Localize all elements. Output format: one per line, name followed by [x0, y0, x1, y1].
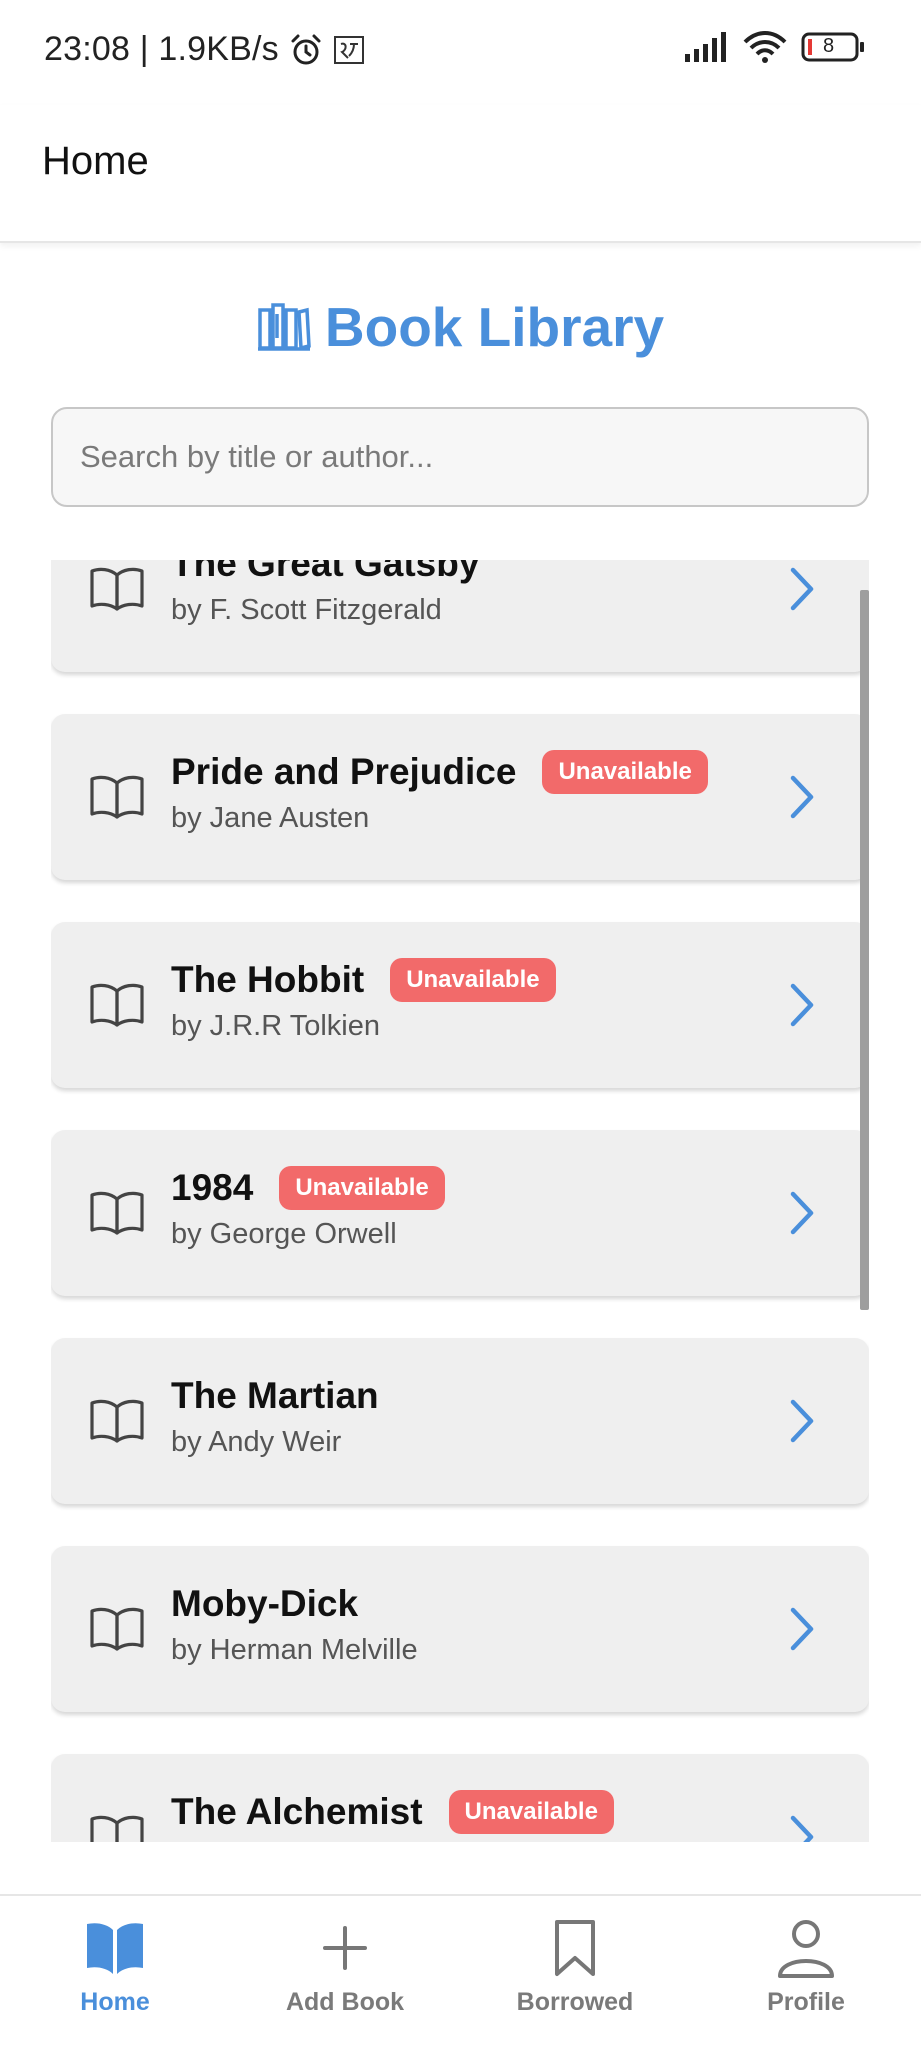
status-left: 23:08 | 1.9KB/s [44, 30, 365, 69]
plus-icon [323, 1926, 367, 1970]
book-card[interactable]: The Alchemist Unavailable [51, 1754, 869, 1842]
bookmark-icon [555, 1920, 595, 1976]
book-text: The Martian by Andy Weir [171, 1368, 379, 1459]
book-title: The Martian [171, 1375, 379, 1416]
nav-home-label: Home [80, 1988, 150, 2016]
signal-icon [685, 32, 726, 62]
book-text: Pride and Prejudice Unavailable by Jane Au… [171, 744, 708, 835]
book-text: The Great Gatsby by F. Scott Fitzgerald [171, 560, 479, 627]
book-list[interactable]: The Great Gatsby by F. Scott Fitzgerald Pr… [51, 560, 869, 1842]
book-title-row: The Great Gatsby [171, 560, 479, 592]
book-author: by George Orwell [171, 1218, 397, 1250]
page-title: Home [42, 139, 149, 183]
book-card[interactable]: Moby-Dick by Herman Melville [51, 1546, 869, 1712]
nav-profile-label: Profile [767, 1988, 845, 2016]
status-badge: Unavailable [542, 750, 708, 794]
nav-profile[interactable]: Profile [691, 1896, 921, 2048]
status-time-speed: 23:08 | 1.9KB/s [44, 30, 279, 68]
battery-level: 8 [823, 35, 835, 57]
book-card[interactable]: Pride and Prejudice Unavailable by Jane Au… [51, 714, 869, 880]
library-title: Book Library [324, 296, 665, 358]
book-icon [90, 567, 144, 611]
app-header: Home [0, 105, 921, 243]
book-card[interactable]: 1984 Unavailable by George Orwell [51, 1130, 869, 1296]
book-title: Moby-Dick [171, 1583, 359, 1624]
chevron-right-icon[interactable] [787, 772, 817, 822]
book-author: by Andy Weir [171, 1426, 342, 1458]
book-title: The Alchemist [171, 1791, 423, 1832]
library-books-icon [257, 303, 311, 351]
book-icon [90, 1399, 144, 1443]
book-title-row: The Martian [171, 1368, 379, 1424]
chevron-right-icon[interactable] [787, 564, 817, 614]
book-author: by Herman Melville [171, 1634, 418, 1666]
status-badge: Unavailable [448, 1790, 614, 1834]
book-author: by Jane Austen [171, 802, 370, 834]
book-icon [90, 1815, 144, 1842]
nav-add-book[interactable]: Add Book [230, 1896, 460, 2048]
nav-borrowed-label: Borrowed [516, 1988, 634, 2016]
book-text: The Alchemist Unavailable [171, 1784, 614, 1842]
bottom-nav: Home Add Book Borrowed Profile [0, 1894, 921, 2048]
nav-add-book-label: Add Book [285, 1988, 405, 2016]
book-card[interactable]: The Hobbit Unavailable by J.R.R Tolkien [51, 922, 869, 1088]
book-text: Moby-Dick by Herman Melville [171, 1576, 418, 1667]
status-badge: Unavailable [279, 1166, 445, 1210]
book-text: The Hobbit Unavailable by J.R.R Tolkien [171, 952, 556, 1043]
book-text: 1984 Unavailable by George Orwell [171, 1160, 445, 1251]
scrollbar[interactable] [860, 590, 869, 1310]
alarm-icon [291, 34, 321, 64]
book-card[interactable]: The Great Gatsby by F. Scott Fitzgerald [51, 560, 869, 672]
chevron-right-icon[interactable] [787, 980, 817, 1030]
book-title-row: Moby-Dick [171, 1576, 418, 1632]
chevron-right-icon[interactable] [787, 1396, 817, 1446]
nav-borrowed[interactable]: Borrowed [460, 1896, 690, 2048]
book-icon [90, 983, 144, 1027]
chevron-right-icon[interactable] [787, 1188, 817, 1238]
book-icon [90, 1191, 144, 1235]
search-input[interactable] [51, 407, 869, 507]
book-icon [90, 775, 144, 819]
open-book-icon [87, 1923, 143, 1974]
book-title-row: Pride and Prejudice Unavailable [171, 744, 708, 800]
chevron-right-icon[interactable] [787, 1812, 817, 1842]
wifi-icon [743, 31, 787, 63]
notification-app-icon [333, 35, 364, 64]
book-card[interactable]: The Martian by Andy Weir [51, 1338, 869, 1504]
book-title: The Great Gatsby [171, 560, 480, 584]
book-title: The Hobbit [171, 959, 365, 1000]
status-bar: 23:08 | 1.9KB/s 8 [0, 0, 921, 105]
book-author: by J.R.R Tolkien [171, 1010, 380, 1042]
book-list-inner: The Great Gatsby by F. Scott Fitzgerald Pr… [51, 560, 869, 1842]
book-title: Pride and Prejudice [171, 751, 517, 792]
library-heading: Book Library [0, 295, 921, 359]
battery-icon: 8 [801, 32, 865, 62]
person-icon [778, 1920, 834, 1978]
book-title: 1984 [171, 1167, 254, 1208]
status-badge: Unavailable [390, 958, 556, 1002]
book-author: by F. Scott Fitzgerald [171, 594, 442, 626]
book-title-row: The Hobbit Unavailable [171, 952, 556, 1008]
status-right: 8 [683, 30, 865, 64]
book-title-row: 1984 Unavailable [171, 1160, 445, 1216]
nav-home[interactable]: Home [0, 1896, 230, 2048]
book-title-row: The Alchemist Unavailable [171, 1784, 614, 1840]
chevron-right-icon[interactable] [787, 1604, 817, 1654]
book-icon [90, 1607, 144, 1651]
